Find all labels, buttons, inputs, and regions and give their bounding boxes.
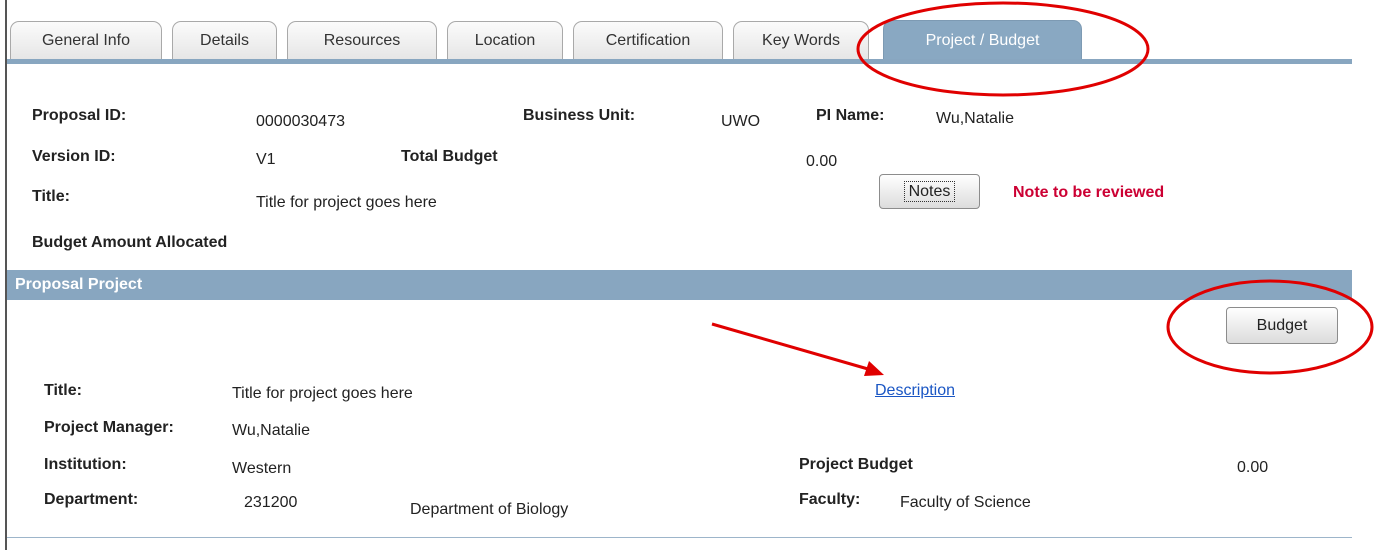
- tab-label: General Info: [41, 31, 131, 49]
- department-code: 231200: [244, 494, 298, 511]
- annotation-arrow-head: [864, 361, 884, 376]
- title-label: Title:: [32, 188, 70, 205]
- notes-button-label: Notes: [903, 180, 956, 202]
- project-title-value: Title for project goes here: [232, 385, 413, 402]
- section-bottom-border: [7, 537, 1352, 538]
- tab-details[interactable]: Details: [172, 21, 277, 59]
- budget-allocated-label: Budget Amount Allocated: [32, 234, 228, 251]
- total-budget-value: 0.00: [806, 153, 838, 170]
- budget-button[interactable]: Budget: [1226, 307, 1338, 344]
- proposal-id-label: Proposal ID:: [32, 107, 127, 124]
- faculty-label: Faculty:: [799, 491, 861, 508]
- tab-label: Certification: [605, 31, 691, 49]
- version-id-label: Version ID:: [32, 148, 116, 165]
- tab-project-budget[interactable]: Project / Budget: [883, 20, 1082, 61]
- tab-underline: [7, 59, 1352, 64]
- faculty-value: Faculty of Science: [900, 494, 1031, 511]
- note-status: Note to be reviewed: [1013, 184, 1165, 201]
- project-budget-value: 0.00: [1237, 459, 1269, 476]
- proposal-id-value: 0000030473: [256, 113, 345, 130]
- project-budget-label: Project Budget: [799, 456, 913, 473]
- project-manager-value: Wu,Natalie: [232, 422, 310, 439]
- tab-key-words[interactable]: Key Words: [733, 21, 869, 59]
- pi-name-label: PI Name:: [816, 107, 885, 124]
- business-unit-value: UWO: [721, 113, 761, 130]
- tab-label: Resources: [323, 31, 401, 49]
- institution-label: Institution:: [44, 456, 127, 473]
- department-label: Department:: [44, 491, 139, 508]
- business-unit-label: Business Unit:: [523, 107, 636, 124]
- tab-label: Location: [474, 31, 536, 49]
- project-manager-label: Project Manager:: [44, 419, 174, 436]
- description-link[interactable]: Description: [875, 382, 955, 400]
- title-value: Title for project goes here: [256, 194, 437, 211]
- version-id-value: V1: [256, 151, 276, 168]
- department-name: Department of Biology: [410, 501, 569, 518]
- annotation-arrow-line: [711, 322, 869, 371]
- tab-label: Key Words: [762, 31, 840, 49]
- tab-certification[interactable]: Certification: [573, 21, 723, 59]
- tab-label: Details: [200, 31, 249, 49]
- institution-value: Western: [232, 460, 292, 477]
- project-title-label: Title:: [44, 382, 82, 399]
- section-header-proposal-project: Proposal Project: [7, 270, 1352, 300]
- tab-general-info[interactable]: General Info: [10, 21, 162, 59]
- total-budget-label: Total Budget: [401, 148, 498, 165]
- notes-button[interactable]: Notes: [879, 174, 980, 209]
- pi-name-value: Wu,Natalie: [936, 110, 1014, 127]
- tab-location[interactable]: Location: [447, 21, 563, 59]
- tab-label: Project / Budget: [925, 32, 1040, 49]
- tab-resources[interactable]: Resources: [287, 21, 437, 59]
